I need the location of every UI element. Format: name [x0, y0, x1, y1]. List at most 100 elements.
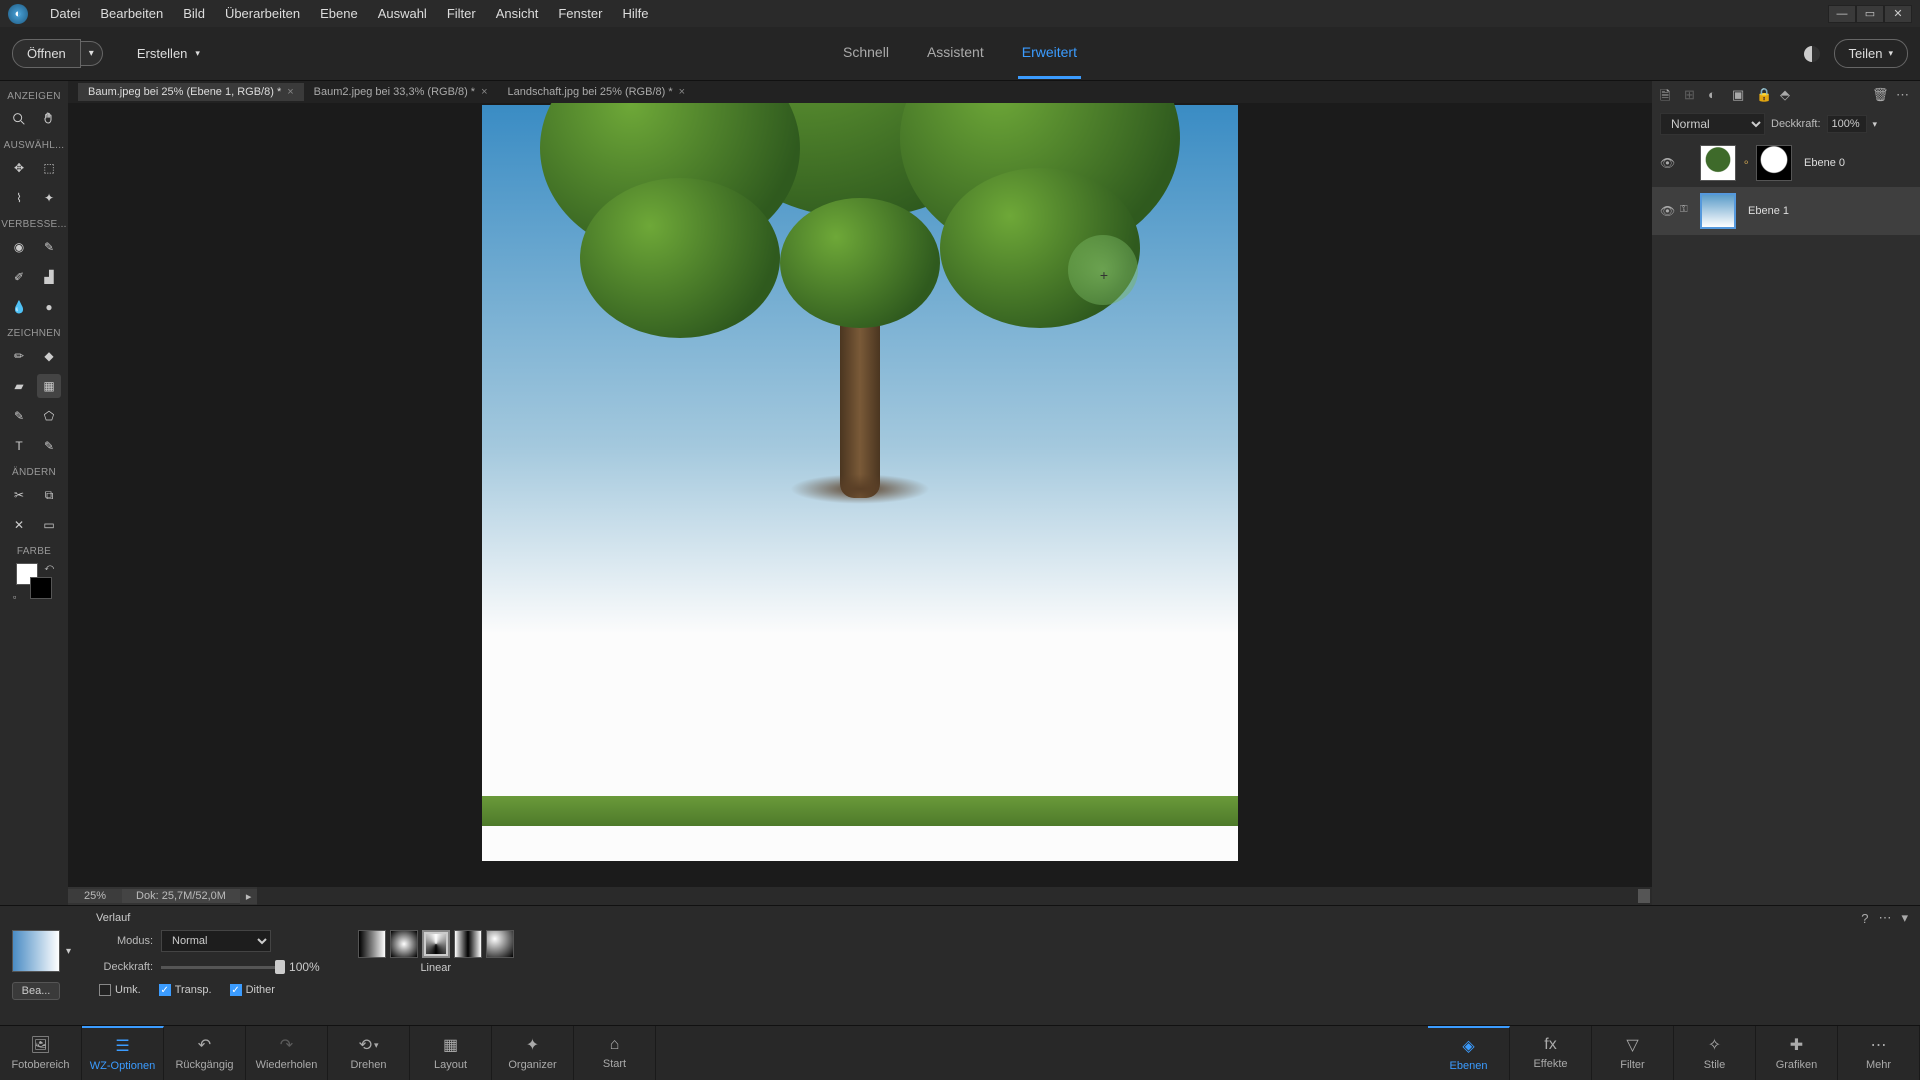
visibility-icon[interactable]: 👁	[1660, 204, 1674, 218]
doc-tab-1[interactable]: Baum.jpeg bei 25% (Ebene 1, RGB/8) *×	[78, 83, 304, 101]
close-icon[interactable]: ×	[287, 86, 293, 98]
panel-menu-icon[interactable]: ⋯	[1878, 910, 1891, 926]
h-scrollbar[interactable]	[257, 887, 1652, 905]
layer-row-0[interactable]: 👁 ⚬ Ebene 0	[1652, 139, 1920, 187]
trash-icon[interactable]: 🗑	[1872, 87, 1888, 103]
status-menu-arrow[interactable]: ▸	[240, 889, 258, 904]
close-icon[interactable]: ×	[481, 86, 487, 98]
menu-filter[interactable]: Filter	[437, 2, 486, 25]
tb-organizer[interactable]: ✦Organizer	[492, 1026, 574, 1080]
tb-filters[interactable]: ▽Filter	[1592, 1026, 1674, 1080]
gradient-preview[interactable]	[12, 930, 60, 972]
menu-bild[interactable]: Bild	[173, 2, 215, 25]
layer-name[interactable]: Ebene 1	[1748, 205, 1789, 217]
hand-tool[interactable]	[37, 107, 61, 131]
layer-name[interactable]: Ebene 0	[1804, 157, 1845, 169]
menu-ansicht[interactable]: Ansicht	[486, 2, 549, 25]
share-button[interactable]: Teilen ▾	[1834, 39, 1909, 68]
zoom-level[interactable]: 25%	[68, 889, 122, 903]
magic-wand-tool[interactable]: ✦	[37, 186, 61, 210]
opacity-slider[interactable]	[161, 966, 281, 969]
transparency-checkbox[interactable]: ✓Transp.	[159, 984, 212, 996]
tab-expert[interactable]: Erweitert	[1018, 28, 1081, 79]
tb-home[interactable]: ⌂Start	[574, 1026, 656, 1080]
sponge-tool[interactable]: ●	[37, 295, 61, 319]
menu-ueberarbeiten[interactable]: Überarbeiten	[215, 2, 310, 25]
recompose-tool[interactable]: ⧉	[37, 483, 61, 507]
color-swatch[interactable]: ⤺ ▫	[16, 563, 46, 593]
new-group-icon[interactable]: ⊞	[1684, 87, 1700, 103]
doc-tab-2[interactable]: Baum2.jpeg bei 33,3% (RGB/8) *×	[304, 83, 498, 101]
blur-tool[interactable]: 💧	[7, 295, 31, 319]
mask-icon[interactable]: ▣	[1732, 87, 1748, 103]
gradient-tool[interactable]: ▦	[37, 374, 61, 398]
tab-guided[interactable]: Assistent	[923, 28, 988, 79]
open-dropdown[interactable]: Öffnen ▾	[12, 39, 103, 68]
link-icon[interactable]: ⬘	[1780, 87, 1796, 103]
theme-toggle-icon[interactable]	[1804, 46, 1820, 62]
brush-tool[interactable]: ✏	[7, 344, 31, 368]
close-button[interactable]: ✕	[1884, 5, 1912, 23]
content-move-tool[interactable]: ✕	[7, 513, 31, 537]
canvas-image[interactable]: +	[482, 105, 1238, 861]
gradient-radial[interactable]	[390, 930, 418, 958]
tb-effects[interactable]: fxEffekte	[1510, 1026, 1592, 1080]
tb-redo[interactable]: ↷Wiederholen	[246, 1026, 328, 1080]
tb-rotate[interactable]: ⟲▾Drehen	[328, 1026, 410, 1080]
eyedropper-tool[interactable]: ✎	[7, 404, 31, 428]
redeye-tool[interactable]: ◉	[7, 235, 31, 259]
reverse-checkbox[interactable]: Umk.	[99, 984, 141, 996]
smart-brush-tool[interactable]: ✐	[7, 265, 31, 289]
maximize-button[interactable]: ▭	[1856, 5, 1884, 23]
doc-tab-3[interactable]: Landschaft.jpg bei 25% (RGB/8) *×	[498, 83, 696, 101]
gradient-angle[interactable]	[422, 930, 450, 958]
menu-bearbeiten[interactable]: Bearbeiten	[90, 2, 173, 25]
opacity-value[interactable]: 100%	[1827, 115, 1867, 133]
type-tool[interactable]: T	[7, 434, 31, 458]
pencil-tool[interactable]: ✎	[37, 434, 61, 458]
help-icon[interactable]: ?	[1861, 911, 1868, 926]
mask-thumbnail[interactable]	[1756, 145, 1792, 181]
background-color[interactable]	[30, 577, 52, 599]
dither-checkbox[interactable]: ✓Dither	[230, 984, 275, 996]
menu-auswahl[interactable]: Auswahl	[368, 2, 437, 25]
lock-icon[interactable]: 🔒	[1756, 87, 1772, 103]
visibility-icon[interactable]: 👁	[1660, 156, 1674, 170]
gradient-mode-select[interactable]: Normal	[161, 930, 271, 952]
tab-quick[interactable]: Schnell	[839, 28, 893, 79]
reset-colors-icon[interactable]: ▫	[13, 592, 16, 602]
tb-layout[interactable]: ▦Layout	[410, 1026, 492, 1080]
tb-layers[interactable]: ◈Ebenen	[1428, 1026, 1510, 1080]
move-tool[interactable]: ✥	[7, 156, 31, 180]
crop-tool[interactable]: ✂	[7, 483, 31, 507]
layer-thumbnail[interactable]	[1700, 193, 1736, 229]
gradient-diamond[interactable]	[486, 930, 514, 958]
new-layer-icon[interactable]: 🗎	[1660, 87, 1676, 103]
marquee-tool[interactable]: ⬚	[37, 156, 61, 180]
layer-row-1[interactable]: 👁 ⚿ Ebene 1	[1652, 187, 1920, 235]
open-dropdown-arrow[interactable]: ▾	[81, 41, 103, 66]
tb-graphics[interactable]: ✚Grafiken	[1756, 1026, 1838, 1080]
tb-tool-options[interactable]: ☰WZ-Optionen	[82, 1026, 164, 1080]
paint-bucket-tool[interactable]: ▰	[7, 374, 31, 398]
menu-ebene[interactable]: Ebene	[310, 2, 368, 25]
spot-heal-tool[interactable]: ✎	[37, 235, 61, 259]
shape-tool[interactable]: ⬠	[37, 404, 61, 428]
adjustment-layer-icon[interactable]: ◐	[1708, 87, 1724, 103]
close-icon[interactable]: ×	[679, 86, 685, 98]
create-dropdown[interactable]: Erstellen ▾	[123, 40, 214, 67]
layer-thumbnail[interactable]	[1700, 145, 1736, 181]
edit-gradient-button[interactable]: Bea...	[12, 982, 60, 1000]
swap-colors-icon[interactable]: ⤺	[44, 562, 54, 573]
canvas-viewport[interactable]: +	[68, 103, 1652, 887]
tb-styles[interactable]: ✧Stile	[1674, 1026, 1756, 1080]
blend-mode-select[interactable]: Normal	[1660, 113, 1765, 135]
gradient-reflected[interactable]	[454, 930, 482, 958]
menu-datei[interactable]: Datei	[40, 2, 90, 25]
lasso-tool[interactable]: ⌇	[7, 186, 31, 210]
chevron-down-icon[interactable]: ▾	[1873, 119, 1878, 130]
menu-hilfe[interactable]: Hilfe	[612, 2, 658, 25]
straighten-tool[interactable]: ▭	[37, 513, 61, 537]
minimize-button[interactable]: —	[1828, 5, 1856, 23]
eraser-tool[interactable]: ◆	[37, 344, 61, 368]
